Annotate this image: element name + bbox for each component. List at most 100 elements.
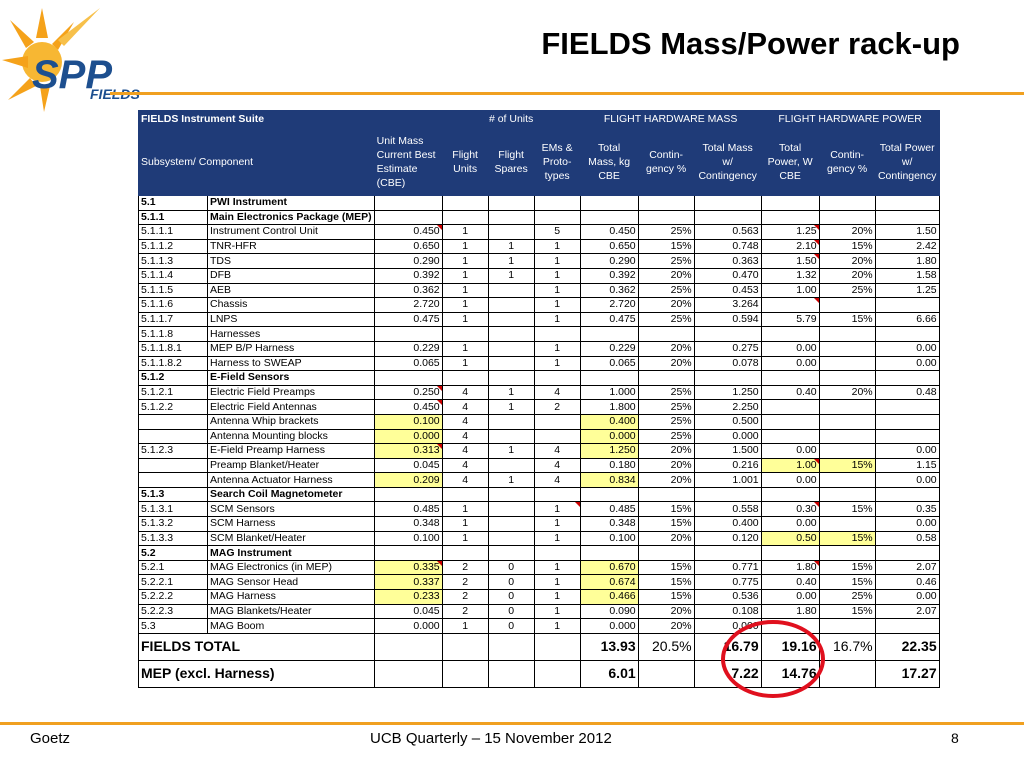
- cell-flight-spares: 1: [487, 384, 535, 401]
- cell-total-mass-contingency: 0.594: [693, 311, 762, 328]
- cell-total-power: [760, 399, 820, 415]
- cell-component: SCM Sensors: [207, 501, 375, 518]
- cell-total-mass-contingency: 0.363: [693, 253, 762, 269]
- cell-unit-mass: 0.100: [373, 413, 443, 430]
- cell-total-mass: [579, 486, 639, 503]
- cell-mass-contingency: 20%: [637, 443, 695, 459]
- table-body: 5.1 PWI Instrument 5.1.1 Main Electronics P…: [138, 195, 940, 688]
- cell-power-contingency: [818, 443, 876, 459]
- footer-rule: [0, 722, 1024, 725]
- cell-total-power: 0.00: [760, 516, 820, 532]
- table-row: 5.2.2.3 MAG Blankets/Heater 0.045 2 0 1 0.090 2…: [138, 603, 940, 620]
- table-row: Antenna Mounting blocks 0.000 4 0.000 25% 0.0…: [138, 428, 940, 445]
- cell-ems: 1: [533, 530, 581, 547]
- cell-ems: 1: [533, 311, 581, 328]
- cell-flight-units: [441, 326, 489, 342]
- cell-total-power-contingency: [874, 326, 940, 342]
- total-empty-cell: [533, 632, 581, 661]
- cell-id: 5.2.1: [138, 559, 208, 576]
- total-total-power-contingency: 22.35: [874, 632, 940, 661]
- cell-flight-spares: 0: [487, 589, 535, 605]
- cell-flight-units: 1: [441, 618, 489, 634]
- cell-total-power: 1.80: [760, 603, 820, 620]
- col-total-mass: Total Mass, kg CBE: [579, 128, 639, 196]
- cell-flight-units: [441, 486, 489, 503]
- cell-id: 5.1.1.3: [138, 253, 208, 269]
- cell-total-power: [760, 370, 820, 386]
- table-row: 5.1.1 Main Electronics Package (MEP): [138, 209, 940, 226]
- cell-power-contingency: [818, 297, 876, 313]
- cell-mass-contingency: 15%: [637, 238, 695, 255]
- cell-mass-contingency: 15%: [637, 574, 695, 591]
- cell-ems: 4: [533, 443, 581, 459]
- cell-mass-contingency: 25%: [637, 384, 695, 401]
- total-row: MEP (excl. Harness) 6.01 7.22 14.76 17.27: [138, 659, 940, 688]
- cell-ems: 1: [533, 574, 581, 591]
- cell-id: 5.1.3.1: [138, 501, 208, 518]
- cell-total-mass: 0.229: [579, 340, 639, 357]
- cell-total-mass: 0.475: [579, 311, 639, 328]
- cell-mass-contingency: 20%: [637, 297, 695, 313]
- cell-total-mass-contingency: [693, 545, 762, 561]
- total-total-power-contingency: 17.27: [874, 659, 940, 688]
- cell-mass-contingency: 25%: [637, 399, 695, 415]
- cell-flight-units: [441, 370, 489, 386]
- cell-total-power: 1.00: [760, 457, 820, 474]
- cell-total-mass: 0.180: [579, 457, 639, 474]
- cell-flight-units: 4: [441, 428, 489, 445]
- cell-unit-mass: 0.475: [373, 311, 443, 328]
- cell-flight-spares: 1: [487, 472, 535, 488]
- col-power-contingency: Contin- gency %: [818, 128, 876, 196]
- cell-flight-units: 2: [441, 589, 489, 605]
- cell-total-power-contingency: 0.35: [874, 501, 940, 518]
- cell-power-contingency: [818, 355, 876, 372]
- cell-ems: [533, 195, 581, 211]
- cell-total-power-contingency: [874, 399, 940, 415]
- cell-component: Antenna Actuator Harness: [207, 472, 375, 488]
- cell-power-contingency: [818, 340, 876, 357]
- table-row: 5.1.1.1 Instrument Control Unit 0.450 1 5 0.4…: [138, 224, 940, 240]
- cell-flight-spares: 1: [487, 238, 535, 255]
- cell-flight-units: 1: [441, 253, 489, 269]
- cell-id: 5.1.1.5: [138, 282, 208, 299]
- cell-unit-mass: 0.100: [373, 530, 443, 547]
- cell-id: 5.1.3.2: [138, 516, 208, 532]
- cell-total-power-contingency: 6.66: [874, 311, 940, 328]
- cell-component: AEB: [207, 282, 375, 299]
- cell-total-power: [760, 545, 820, 561]
- cell-ems: 2: [533, 399, 581, 415]
- table-row: 5.1 PWI Instrument: [138, 195, 940, 211]
- col-total-mass-contingency: Total Mass w/ Contingency: [693, 128, 762, 196]
- cell-total-power: 1.00: [760, 282, 820, 299]
- cell-unit-mass: 0.000: [373, 428, 443, 445]
- cell-power-contingency: 15%: [818, 311, 876, 328]
- cell-mass-contingency: 15%: [637, 559, 695, 576]
- cell-power-contingency: 15%: [818, 603, 876, 620]
- cell-mass-contingency: 20%: [637, 530, 695, 547]
- cell-ems: 1: [533, 340, 581, 357]
- cell-total-mass-contingency: 0.275: [693, 340, 762, 357]
- cell-id: 5.1.1.2: [138, 238, 208, 255]
- cell-flight-units: 4: [441, 443, 489, 459]
- cell-total-mass-contingency: 0.536: [693, 589, 762, 605]
- cell-total-mass: 0.670: [579, 559, 639, 576]
- cell-total-mass-contingency: [693, 209, 762, 226]
- total-total-mass-contingency: 16.79: [693, 632, 762, 661]
- cell-component: MAG Harness: [207, 589, 375, 605]
- cell-component: PWI Instrument: [207, 195, 375, 211]
- cell-id: 5.1.1.4: [138, 267, 208, 284]
- cell-unit-mass: 0.335: [373, 559, 443, 576]
- cell-total-power: 5.79: [760, 311, 820, 328]
- cell-id: [138, 457, 208, 474]
- cell-total-mass-contingency: 0.748: [693, 238, 762, 255]
- cell-flight-units: 4: [441, 457, 489, 474]
- cell-ems: 1: [533, 297, 581, 313]
- cell-total-power-contingency: [874, 413, 940, 430]
- table-row: 5.2.1 MAG Electronics (in MEP) 0.335 2 0 1 0.6…: [138, 559, 940, 576]
- cell-component: MAG Electronics (in MEP): [207, 559, 375, 576]
- table-row: Antenna Actuator Harness 0.209 4 1 4 0.834 20%…: [138, 472, 940, 488]
- table-row: 5.2.2.2 MAG Harness 0.233 2 0 1 0.466 15% 0.536 0…: [138, 589, 940, 605]
- table-row: 5.1.1.8.2 Harness to SWEAP 0.065 1 1 0.065 20%…: [138, 355, 940, 372]
- cell-total-power-contingency: 0.48: [874, 384, 940, 401]
- slide-title: FIELDS Mass/Power rack-up: [541, 26, 960, 61]
